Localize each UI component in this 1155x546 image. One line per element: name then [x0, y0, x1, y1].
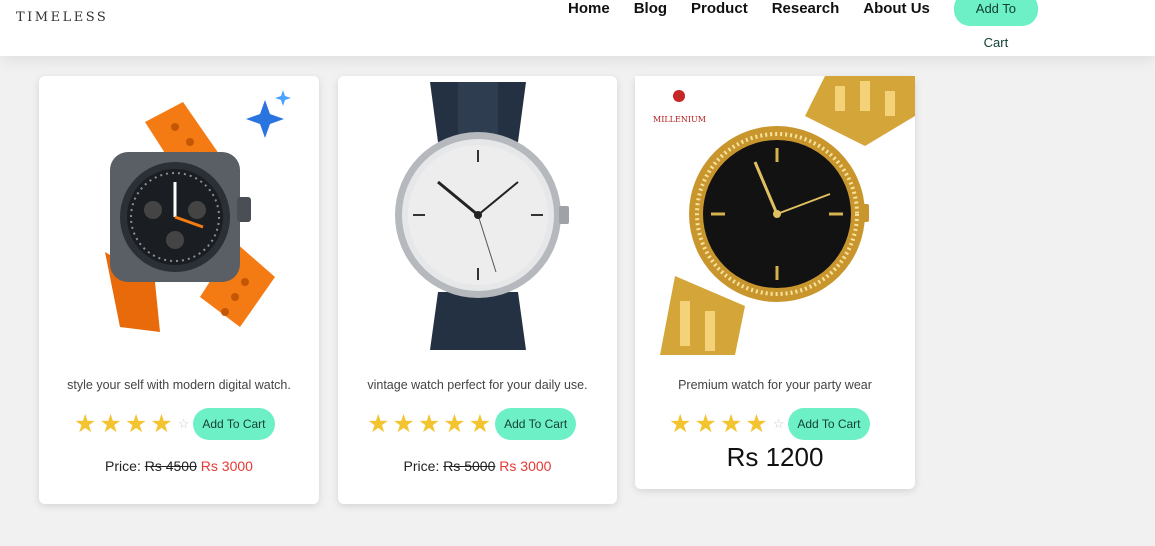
product-card: vintage watch perfect for your daily use… — [338, 76, 617, 504]
product-card: style your self with modern digital watc… — [39, 76, 319, 504]
star-icon: ★ — [99, 410, 122, 438]
product-description: Premium watch for your party wear — [678, 378, 872, 392]
sale-price: Rs 3000 — [499, 458, 552, 474]
star-rating: ★ ★ ★ ★ ☆ Add To Cart — [74, 408, 275, 440]
price-label: Price: — [403, 458, 440, 474]
star-icon: ★ — [468, 410, 492, 438]
product-price: Price: Rs 4500 Rs 3000 — [39, 458, 319, 474]
product-description: style your self with modern digital watc… — [67, 378, 291, 392]
product-price: Rs 1200 — [726, 442, 824, 472]
brand-logo[interactable]: TIMELESS — [16, 10, 108, 25]
star-icon: ★ — [719, 410, 743, 438]
add-to-cart-button[interactable]: Add To Cart — [495, 408, 577, 440]
price-label: Price: — [105, 458, 141, 474]
star-empty-icon: ☆ — [177, 416, 190, 431]
star-icon: ★ — [124, 410, 148, 438]
nav-research[interactable]: Research — [772, 0, 840, 26]
product-card: MILLENIUM Premium watch for your party w… — [635, 76, 915, 489]
nav-home[interactable]: Home — [568, 0, 610, 26]
product-image-smartwatch — [65, 82, 295, 357]
product-image-analog-watch — [378, 82, 578, 357]
nav-product[interactable]: Product — [691, 0, 748, 26]
old-price: Rs 5000 — [443, 458, 496, 474]
star-rating: ★ ★ ★ ★ ★ Add To Cart — [367, 408, 577, 440]
header-add-to-cart-button[interactable]: Add To Cart — [953, 0, 1038, 50]
star-icon: ★ — [367, 410, 390, 438]
star-icon: ★ — [694, 410, 717, 438]
old-price: Rs 4500 — [144, 458, 197, 474]
star-empty-icon: ☆ — [772, 416, 785, 431]
nav-blog[interactable]: Blog — [634, 0, 667, 26]
star-rating: ★ ★ ★ ★ ☆ Add To Cart — [669, 408, 870, 440]
add-to-cart-button[interactable]: Add To Cart — [788, 408, 870, 440]
product-price: Price: Rs 5000 Rs 3000 — [338, 458, 617, 474]
star-icon: ★ — [150, 410, 173, 438]
image-brand-text: MILLENIUM — [653, 115, 706, 124]
nav-about-us[interactable]: About Us — [863, 0, 930, 26]
add-to-cart-button[interactable]: Add To Cart — [193, 408, 275, 440]
main-nav: Home Blog Product Research About Us Add … — [568, 0, 1038, 50]
sale-price: Rs 3000 — [200, 458, 253, 474]
star-icon: ★ — [443, 410, 466, 438]
product-description: vintage watch perfect for your daily use… — [367, 378, 588, 392]
product-image-gold-watch: MILLENIUM — [635, 76, 915, 355]
star-icon: ★ — [392, 410, 415, 438]
star-icon: ★ — [417, 410, 441, 438]
star-icon: ★ — [745, 410, 768, 438]
star-icon: ★ — [669, 410, 692, 438]
star-icon: ★ — [74, 410, 97, 438]
site-header: TIMELESS Home Blog Product Research Abou… — [0, 0, 1155, 56]
